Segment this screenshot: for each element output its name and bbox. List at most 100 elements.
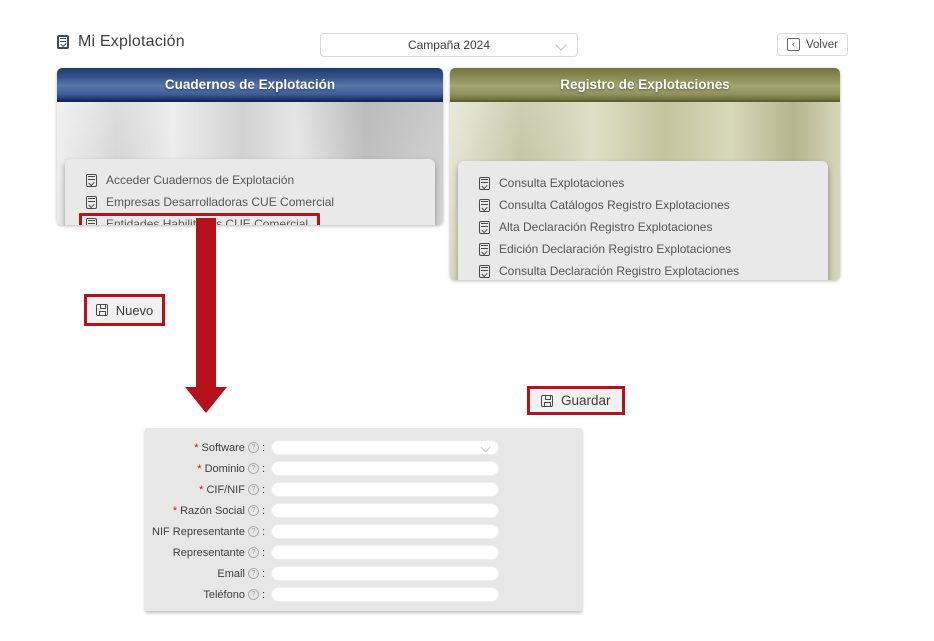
cuadernos-menu-row: Acceder Cuadernos de Explotación	[86, 169, 435, 191]
mi-explotacion-screen: Mi Explotación Campaña 2024 ‹ Volver Cua…	[0, 0, 934, 641]
cuadernos-menu-item-label: Empresas Desarrolladoras CUE Comercial	[106, 195, 334, 209]
volver-button[interactable]: ‹ Volver	[777, 33, 848, 56]
cuadernos-menu-item[interactable]: Acceder Cuadernos de Explotación	[86, 173, 294, 187]
save-icon	[541, 395, 553, 407]
registro-menu-row: Consulta Catálogos Registro Explotacione…	[479, 194, 828, 216]
help-icon[interactable]: ?	[248, 568, 259, 579]
razon-social-input[interactable]	[271, 503, 499, 518]
registro-menu-item[interactable]: Consulta Declaración Registro Explotacio…	[479, 264, 739, 278]
field-label-text: CIF/NIF	[206, 484, 245, 496]
field-label-text: NIF Representante	[152, 526, 245, 538]
help-icon[interactable]: ?	[248, 589, 259, 600]
page-title-wrap: Mi Explotación	[57, 33, 185, 51]
document-list-icon	[86, 218, 97, 226]
field-label-text: Teléfono	[203, 589, 245, 601]
registro-menu-row: Consulta Explotaciones	[479, 172, 828, 194]
cuadernos-menu-card: Acceder Cuadernos de Explotación Empresas…	[65, 159, 435, 225]
representante-input[interactable]	[271, 545, 499, 560]
registro-menu-item-label: Consulta Declaración Registro Explotacio…	[499, 264, 739, 278]
chevron-down-icon	[481, 443, 491, 453]
field-label-nif-representante: NIF Representante?:	[145, 526, 265, 538]
label-colon: :	[262, 484, 265, 496]
field-label-cif-nif: *CIF/NIF?:	[145, 484, 265, 496]
form-row-representante: Representante?:	[145, 545, 582, 560]
field-label-text: Email	[217, 568, 245, 580]
field-label-telefono: Teléfono?:	[145, 589, 265, 601]
label-colon: :	[262, 589, 265, 601]
guardar-button-label: Guardar	[561, 393, 611, 408]
campaign-select[interactable]: Campaña 2024	[320, 33, 578, 57]
field-label-text: Software	[202, 442, 245, 454]
form-row-software: * Software?:	[145, 440, 582, 455]
help-icon[interactable]: ?	[248, 463, 259, 474]
label-colon: :	[262, 526, 265, 538]
form-row-email: Email?:	[145, 566, 582, 581]
cuadernos-menu-item-label: Acceder Cuadernos de Explotación	[106, 173, 294, 187]
new-document-icon	[96, 304, 108, 316]
registro-menu-item-label: Consulta Catálogos Registro Explotacione…	[499, 198, 730, 212]
guardar-button[interactable]: Guardar	[530, 389, 622, 412]
annotation-arrow-head	[185, 387, 227, 413]
nuevo-highlight-box: Nuevo	[84, 294, 165, 326]
field-label-text: Razón Social	[180, 505, 245, 517]
help-icon[interactable]: ?	[248, 526, 259, 537]
registro-menu-item[interactable]: Alta Declaración Registro Explotaciones	[479, 220, 712, 234]
required-marker: *	[194, 442, 198, 454]
nif-representante-input[interactable]	[271, 524, 499, 539]
registro-panel: Registro de Explotaciones Consulta Explo…	[450, 68, 840, 280]
form-row-nif-representante: NIF Representante?:	[145, 524, 582, 539]
software-select[interactable]	[271, 440, 499, 455]
required-marker: *	[173, 505, 177, 517]
cuadernos-panel-body: Acceder Cuadernos de Explotación Empresas…	[57, 102, 443, 225]
field-label-text: Representante	[173, 547, 245, 559]
registro-panel-title: Registro de Explotaciones	[560, 77, 730, 92]
document-list-icon	[479, 199, 490, 212]
field-label-text: Dominio	[205, 463, 245, 475]
form-row-cif-nif: *CIF/NIF?:	[145, 482, 582, 497]
entidad-form-panel: *Software?:*Dominio?:*CIF/NIF?:*Razón So…	[145, 428, 582, 611]
document-list-icon	[479, 265, 490, 278]
help-icon[interactable]: ?	[248, 442, 259, 453]
help-icon[interactable]: ?	[248, 484, 259, 495]
registro-panel-header: Registro de Explotaciones	[450, 68, 840, 102]
document-list-icon	[86, 174, 97, 187]
field-label-email: Email?:	[145, 568, 265, 580]
campaign-select-value: Campaña 2024	[408, 38, 490, 52]
cuadernos-menu-item[interactable]: Empresas Desarrolladoras CUE Comercial	[86, 195, 334, 209]
email-input[interactable]	[271, 566, 499, 581]
registro-menu-item[interactable]: Consulta Explotaciones	[479, 176, 624, 190]
required-marker: *	[199, 484, 203, 496]
document-list-icon	[479, 177, 490, 190]
dominio-input[interactable]	[271, 461, 499, 476]
cif-nif-input[interactable]	[271, 482, 499, 497]
label-colon: :	[262, 463, 265, 475]
registro-menu-item-label: Consulta Explotaciones	[499, 176, 624, 190]
registro-menu-item[interactable]: Consulta Catálogos Registro Explotacione…	[479, 198, 730, 212]
cuadernos-panel-header: Cuadernos de Explotación	[57, 68, 443, 102]
nuevo-button[interactable]: Nuevo	[87, 297, 162, 323]
registro-menu-row: Alta Declaración Registro Explotaciones	[479, 216, 828, 238]
cuadernos-menu-row: Entidades Habilitadas CUE Comercial	[86, 213, 435, 225]
help-icon[interactable]: ?	[248, 547, 259, 558]
help-icon[interactable]: ?	[248, 505, 259, 516]
field-label-razon-social: *Razón Social?:	[145, 505, 265, 517]
field-label-dominio: * Dominio?:	[145, 463, 265, 475]
label-colon: :	[262, 547, 265, 559]
required-marker: *	[197, 463, 201, 475]
registro-menu-item[interactable]: Edición Declaración Registro Explotacion…	[479, 242, 731, 256]
form-row-dominio: * Dominio?:	[145, 461, 582, 476]
registro-menu-item-label: Alta Declaración Registro Explotaciones	[499, 220, 712, 234]
label-colon: :	[262, 442, 265, 454]
registro-menu-row: Edición Declaración Registro Explotacion…	[479, 238, 828, 260]
registro-menu-item-label: Edición Declaración Registro Explotacion…	[499, 242, 731, 256]
document-list-icon	[479, 243, 490, 256]
telefono-input[interactable]	[271, 587, 499, 602]
page-title: Mi Explotación	[78, 33, 185, 51]
volver-button-label: Volver	[806, 39, 838, 51]
document-list-icon	[479, 221, 490, 234]
cuadernos-panel-title: Cuadernos de Explotación	[165, 77, 335, 92]
document-list-icon	[86, 196, 97, 209]
notebook-icon	[57, 35, 69, 49]
cuadernos-panel: Cuadernos de Explotación Acceder Cuadern…	[57, 68, 443, 225]
registro-panel-body: Consulta Explotaciones Consulta Catálogos…	[450, 102, 840, 280]
